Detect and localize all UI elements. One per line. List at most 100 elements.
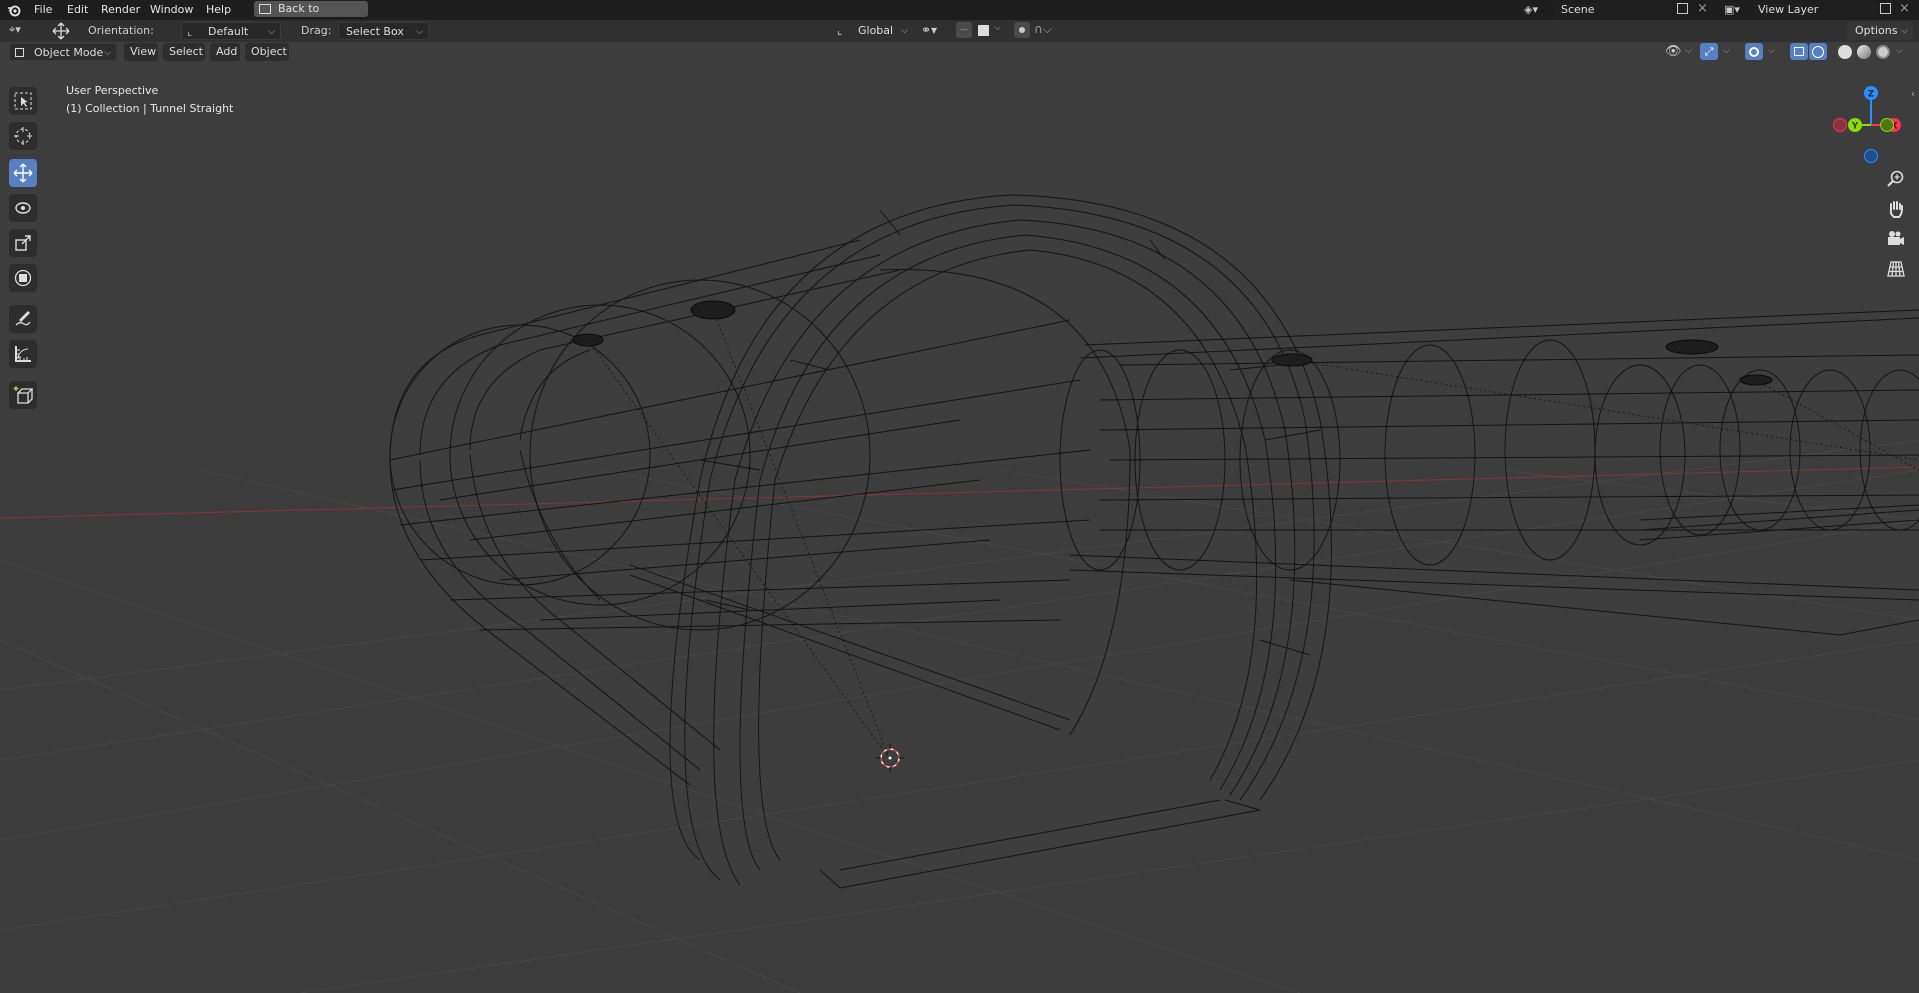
shading-options-chevron-icon[interactable]: ⌵ xyxy=(1896,46,1903,56)
annotate-tool[interactable] xyxy=(9,305,37,333)
tunnel-lamp-objects xyxy=(572,300,1773,386)
measure-ruler-icon xyxy=(15,346,31,362)
perspective-grid-icon xyxy=(1887,261,1905,277)
transform-tool[interactable] xyxy=(9,264,37,292)
gizmo-chevron-icon[interactable]: ⌵ xyxy=(1723,46,1730,56)
gizmo-neg-x-handle[interactable] xyxy=(1833,118,1847,132)
navigation-gizmo[interactable]: Z X Y xyxy=(1824,80,1919,170)
view-layer-name-field[interactable]: View Layer xyxy=(1752,2,1876,18)
orientation-dropdown[interactable]: ⌞ Default ⌵ xyxy=(181,22,281,40)
scene-browse-icon[interactable]: ◈▾ xyxy=(1524,3,1538,16)
viewport-wireframe[interactable] xyxy=(0,62,1919,993)
chevron-down-icon: ⌵ xyxy=(268,27,275,37)
view-menu-label: View xyxy=(130,45,157,58)
select-menu[interactable]: Select xyxy=(163,43,205,61)
move-icon xyxy=(13,163,33,183)
rendered-shading-icon[interactable] xyxy=(1876,45,1890,59)
material-preview-icon[interactable] xyxy=(1857,45,1871,59)
snap-target-icon[interactable] xyxy=(978,25,989,36)
transform-orientation-dropdown[interactable]: ⌞ Global ⌵ xyxy=(833,22,913,40)
chevron-down-icon: ⌵ xyxy=(901,26,908,36)
visibility-eye-icon[interactable]: 👁︎ xyxy=(1665,44,1682,59)
floor-grid xyxy=(0,439,1919,993)
wireframe-shading-icon[interactable] xyxy=(1809,43,1827,60)
cursor-icon xyxy=(14,127,32,145)
proportional-edit-icon[interactable] xyxy=(1014,22,1030,38)
mode-value: Object Mode xyxy=(34,46,104,59)
menu-edit[interactable]: Edit xyxy=(67,3,88,17)
move-tool[interactable] xyxy=(9,159,37,187)
camera-view-button[interactable] xyxy=(1884,227,1908,251)
pivot-point-icon[interactable]: ⚭▾ xyxy=(921,23,937,37)
gizmo-toggle-icon[interactable]: ⤢ xyxy=(1700,43,1718,60)
transform-icon xyxy=(14,269,32,287)
viewport-header: Object Mode ⌵ View Select Add Object 👁︎ … xyxy=(0,42,1919,62)
drag-value: Select Box xyxy=(346,25,404,38)
add-menu-label: Add xyxy=(216,45,238,58)
zoom-view-button[interactable] xyxy=(1884,167,1908,191)
snap-toggle-icon[interactable]: ∽ xyxy=(956,22,972,38)
editor-type-icon[interactable]: ⌖▾ xyxy=(9,23,21,37)
add-cube-icon xyxy=(13,386,33,404)
scene-name-field[interactable]: Scene xyxy=(1555,2,1673,18)
options-label: Options xyxy=(1855,24,1898,37)
toggle-perspective-button[interactable] xyxy=(1884,257,1908,281)
proportional-falloff-icon[interactable]: ∩⌵ xyxy=(1034,22,1052,37)
x-axis-line xyxy=(0,466,1919,519)
menu-file[interactable]: File xyxy=(34,3,52,17)
tool-settings-header: ⌖▾ Orientation: ⌞ Default ⌵ Drag: Select… xyxy=(0,20,1919,42)
menu-window[interactable]: Window xyxy=(150,3,193,17)
back-to-previous-button[interactable]: Back to Previous xyxy=(254,1,368,31)
drag-label: Drag: xyxy=(301,24,332,37)
scale-tool[interactable] xyxy=(9,229,37,257)
add-cube-tool[interactable] xyxy=(9,381,37,409)
global-axis-icon: ⌞ xyxy=(837,24,843,37)
tunnel-mesh-wireframe xyxy=(389,194,1919,889)
drag-dropdown[interactable]: Select Box ⌵ xyxy=(338,22,429,40)
pan-view-button[interactable] xyxy=(1884,197,1908,221)
scene-close-icon[interactable]: × xyxy=(1697,1,1708,16)
3d-cursor-icon xyxy=(876,744,904,772)
add-menu[interactable]: Add xyxy=(210,43,240,61)
hand-pan-icon xyxy=(1889,201,1903,218)
mode-dropdown[interactable]: Object Mode ⌵ xyxy=(9,43,117,61)
chevron-down-icon: ⌵ xyxy=(1901,26,1908,36)
orientation-value: Default xyxy=(208,25,249,38)
rotate-tool[interactable] xyxy=(9,194,37,222)
snap-options-chevron-icon[interactable]: ⌵ xyxy=(994,23,1001,33)
measure-tool[interactable] xyxy=(9,340,37,368)
solid-shading-icon[interactable] xyxy=(1838,45,1852,59)
top-menubar: File Edit Render Window Help Back to Pre… xyxy=(0,0,1919,31)
view-layer-browse-icon[interactable]: ▣▾ xyxy=(1724,3,1740,16)
xray-toggle-icon[interactable] xyxy=(1790,43,1808,60)
rotate-icon xyxy=(15,202,31,214)
overlays-chevron-icon[interactable]: ⌵ xyxy=(1768,46,1775,56)
transform-orientation-value: Global xyxy=(858,24,894,37)
view-layer-close-icon[interactable]: × xyxy=(1899,1,1910,16)
gizmo-y-label: Y xyxy=(1851,122,1859,132)
options-dropdown[interactable]: Options ⌵ xyxy=(1847,22,1913,40)
blender-logo-icon[interactable] xyxy=(7,3,21,17)
select-box-tool[interactable] xyxy=(9,87,37,115)
cursor-tool[interactable] xyxy=(9,122,37,150)
move-tool-header-icon xyxy=(50,22,72,43)
visibility-chevron-icon[interactable]: ⌵ xyxy=(1685,46,1692,56)
gizmo-neg-y-handle[interactable] xyxy=(1880,118,1894,132)
select-menu-label: Select xyxy=(169,45,203,58)
object-mode-icon xyxy=(15,48,24,57)
orientation-axis-icon: ⌞ xyxy=(187,25,193,38)
gizmo-neg-z-handle[interactable] xyxy=(1864,149,1878,163)
zoom-magnifier-icon xyxy=(1887,170,1904,187)
menu-help[interactable]: Help xyxy=(206,3,231,17)
collection-label: (1) Collection | Tunnel Straight xyxy=(66,102,234,115)
view-layer-copy-icon[interactable] xyxy=(1880,3,1891,14)
sidebar-toggle-chevron-icon[interactable]: ‹ xyxy=(1911,89,1915,100)
overlays-toggle-icon[interactable] xyxy=(1745,43,1763,60)
chevron-down-icon: ⌵ xyxy=(104,48,111,58)
object-menu-label: Object xyxy=(251,45,287,58)
view-menu[interactable]: View xyxy=(124,43,158,61)
perspective-label: User Perspective xyxy=(66,84,159,97)
scene-copy-icon[interactable] xyxy=(1677,3,1688,14)
menu-render[interactable]: Render xyxy=(101,3,140,17)
object-menu[interactable]: Object xyxy=(245,43,289,61)
